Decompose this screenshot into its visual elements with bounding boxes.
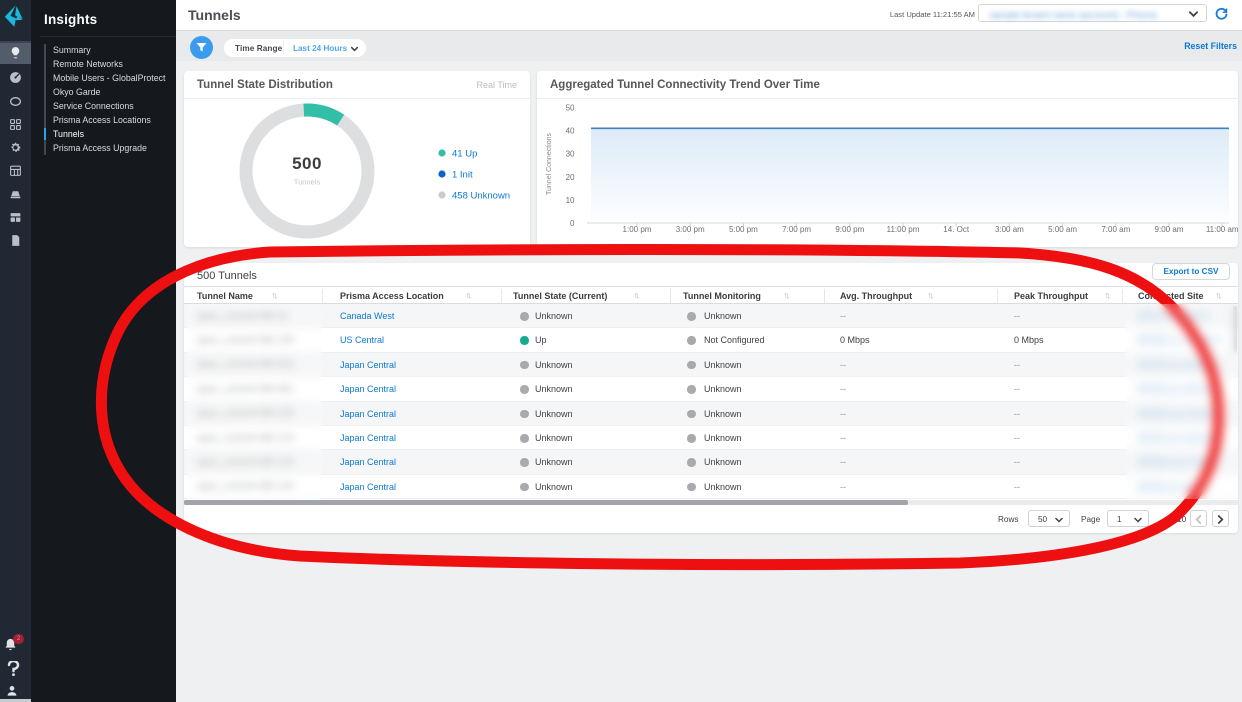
svg-text:1 Init: 1 Init: [452, 170, 473, 181]
svg-text:458 Unknown: 458 Unknown: [452, 191, 510, 202]
svg-text:9:00 am: 9:00 am: [1155, 225, 1184, 234]
svg-text:1:00 pm: 1:00 pm: [623, 225, 652, 234]
svg-text:5:00 am: 5:00 am: [1048, 225, 1077, 234]
svg-text:41 Up: 41 Up: [452, 149, 477, 160]
svg-text:3:00 am: 3:00 am: [995, 225, 1024, 234]
svg-text:30: 30: [566, 150, 575, 159]
svg-text:7:00 pm: 7:00 pm: [782, 225, 811, 234]
svg-text:14. Oct: 14. Oct: [943, 225, 970, 234]
svg-text:50: 50: [566, 104, 575, 113]
svg-text:10: 10: [566, 196, 575, 205]
svg-text:11:00 am: 11:00 am: [1206, 225, 1238, 234]
svg-text:0: 0: [570, 219, 575, 228]
svg-text:9:00 pm: 9:00 pm: [835, 225, 864, 234]
svg-text:3:00 pm: 3:00 pm: [676, 225, 705, 234]
svg-text:500: 500: [292, 154, 322, 173]
svg-text:5:00 pm: 5:00 pm: [729, 225, 758, 234]
svg-text:Tunnel Connections: Tunnel Connections: [546, 133, 553, 196]
svg-text:40: 40: [566, 127, 575, 136]
svg-text:Tunnels: Tunnels: [294, 178, 321, 187]
svg-text:20: 20: [566, 173, 575, 182]
svg-text:11:00 pm: 11:00 pm: [887, 225, 920, 234]
svg-text:7:00 am: 7:00 am: [1101, 225, 1130, 234]
